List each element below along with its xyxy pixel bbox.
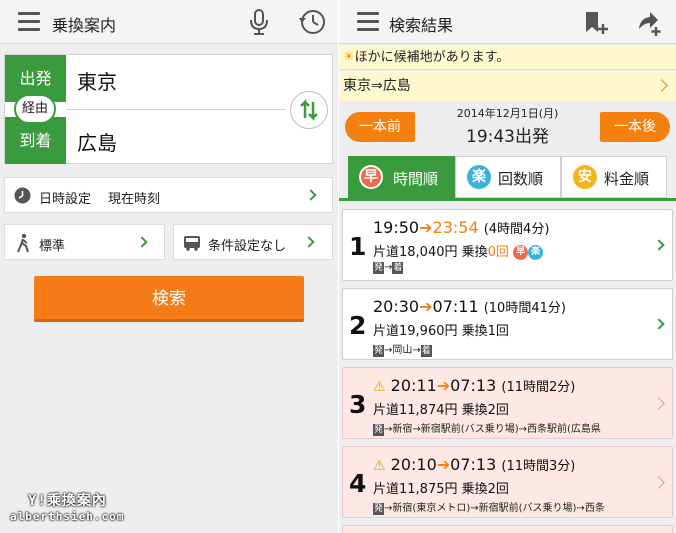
result-times: ⚠ 20:10➔07:13 (11時間3分): [373, 455, 576, 474]
clock-icon: [14, 187, 31, 204]
chevron-right-icon: [305, 189, 317, 201]
swap-stations-button[interactable]: [290, 91, 328, 129]
chevron-right-icon: [136, 236, 148, 248]
chevron-right-icon: [652, 476, 665, 489]
transit-search-screen: 乗換案内 出発 東京 到着 広島 経由 日時設定 現在時刻 標準 条件設定なし …: [0, 0, 338, 533]
fast-badge-icon: 早: [359, 165, 383, 189]
search-results-screen: 検索結果 ☀ほかに候補地があります。 東京⇒広島 2014年12月1日(月) 1…: [339, 0, 676, 533]
app-header: 乗換案内: [0, 0, 338, 44]
tab-label: 料金順: [604, 170, 650, 188]
result-fare: 片道19,960円 乗換1回: [373, 324, 509, 339]
chevron-right-icon: [653, 239, 665, 251]
result-item-5[interactable]: [342, 525, 673, 533]
fast-badge-icon: 早: [513, 245, 529, 260]
datetime-label: 日時設定: [39, 192, 92, 207]
chevron-right-icon: [653, 318, 665, 330]
result-route: 発→岡山→着: [373, 345, 432, 357]
search-button[interactable]: 検索: [34, 276, 304, 322]
result-item-4[interactable]: 4 ⚠ 20:10➔07:13 (11時間3分) 片道11,875円 乗換2回 …: [342, 446, 673, 518]
route-type-label: 標準: [39, 239, 66, 254]
warning-icon: ⚠: [373, 458, 386, 474]
route-summary: 東京⇒広島: [343, 78, 411, 94]
watermark-line2: alberthsieh.com: [10, 510, 125, 523]
previous-train-button[interactable]: 一本前: [345, 112, 415, 142]
datetime-value: 現在時刻: [108, 192, 161, 207]
swap-icon: [300, 98, 318, 122]
result-times: 20:30➔07:11 (10時間41分): [373, 297, 566, 316]
route-summary-row[interactable]: 東京⇒広島: [339, 71, 676, 101]
via-button[interactable]: 経由: [14, 94, 56, 124]
results-header: 検索結果: [339, 0, 676, 44]
result-fare: 片道11,875円 乗換2回: [373, 482, 509, 497]
arrival-label: 到着: [5, 117, 66, 164]
share-add-icon[interactable]: [635, 9, 663, 37]
tab-transfer-order[interactable]: 楽 回数順: [455, 156, 561, 198]
conditions-label: 条件設定なし: [208, 239, 287, 254]
chevron-right-icon: [655, 79, 668, 92]
result-fare: 片道18,040円 乗換0回 早楽: [373, 241, 544, 260]
result-times: ⚠ 20:11➔07:13 (11時間2分): [373, 376, 576, 395]
tab-label: 回数順: [498, 170, 544, 188]
history-icon[interactable]: [297, 8, 327, 36]
walking-person-icon: [17, 233, 29, 253]
results-title: 検索結果: [389, 16, 454, 35]
station-input-card: 出発 東京 到着 広島 経由: [4, 54, 333, 164]
watermark: Y!乘換案內 alberthsieh.com: [10, 490, 124, 523]
tab-time-order[interactable]: 早 時間順: [348, 156, 455, 198]
menu-icon[interactable]: [18, 12, 40, 31]
warning-icon: ⚠: [373, 379, 386, 395]
chevron-right-icon: [303, 236, 315, 248]
easy-badge-icon: 楽: [467, 165, 491, 189]
result-item-2[interactable]: 2 20:30➔07:11 (10時間41分) 片道19,960円 乗換1回 発…: [342, 288, 673, 360]
route-type-row[interactable]: 標準: [4, 224, 165, 260]
arrival-station-field[interactable]: 広島: [77, 127, 117, 156]
datetime-setting-row[interactable]: 日時設定 現在時刻: [4, 177, 333, 213]
result-item-1[interactable]: 1 19:50➔23:54 (4時間4分) 片道18,040円 乗換0回 早楽 …: [342, 209, 673, 281]
result-item-3[interactable]: 3 ⚠ 20:11➔07:13 (11時間2分) 片道11,874円 乗換2回 …: [342, 367, 673, 439]
result-route: 発→新宿(東京メトロ)→新宿駅前(バス乗り場)→西条: [373, 503, 605, 515]
next-train-button[interactable]: 一本後: [600, 112, 670, 142]
watermark-line1: Y!乘換案內: [28, 493, 107, 509]
chevron-right-icon: [652, 397, 665, 410]
bookmark-add-icon[interactable]: [583, 10, 609, 36]
easy-badge-icon: 楽: [528, 245, 544, 260]
result-number: 3: [349, 390, 367, 419]
app-title: 乗換案内: [52, 16, 117, 35]
result-number: 2: [349, 311, 367, 340]
microphone-icon[interactable]: [248, 9, 270, 36]
conditions-row[interactable]: 条件設定なし: [173, 224, 333, 260]
alternative-stations-notice[interactable]: ☀ほかに候補地があります。: [339, 45, 676, 70]
result-route: 発→新宿→新宿駅前(バス乗り場)→西条駅前(広島県: [373, 424, 601, 436]
result-number: 4: [349, 469, 367, 498]
menu-icon[interactable]: [357, 12, 379, 31]
departure-station-field[interactable]: 東京: [77, 66, 117, 95]
bus-icon: [184, 236, 200, 251]
result-number: 1: [349, 232, 367, 261]
tab-label: 時間順: [393, 170, 439, 188]
result-route: 発→着: [373, 262, 404, 274]
tab-fare-order[interactable]: 安 料金順: [561, 156, 667, 198]
sun-icon: ☀: [343, 50, 355, 65]
result-fare: 片道11,874円 乗換2回: [373, 403, 509, 418]
result-times: 19:50➔23:54 (4時間4分): [373, 218, 550, 237]
cheap-badge-icon: 安: [573, 165, 597, 189]
